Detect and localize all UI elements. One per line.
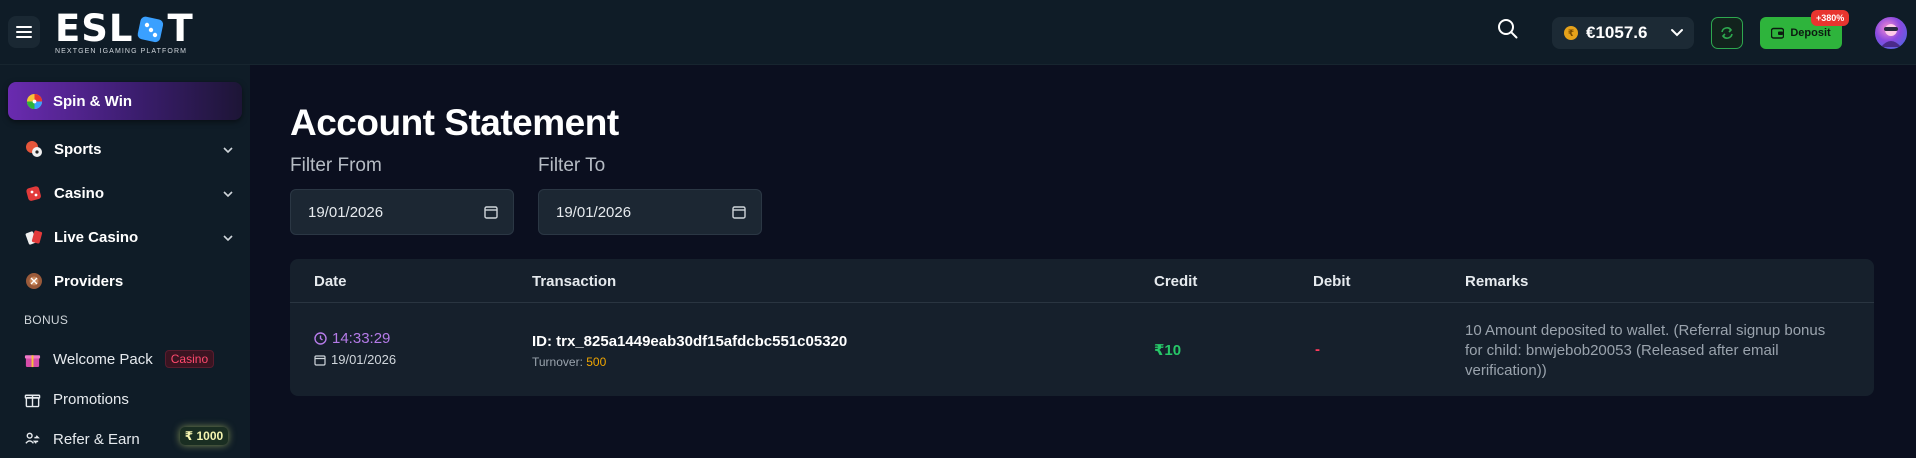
user-avatar[interactable] bbox=[1873, 15, 1909, 51]
turnover-label: Turnover: bbox=[532, 355, 583, 369]
refer-earn-label: Refer & Earn bbox=[53, 430, 140, 448]
cell-transaction: ID: trx_825a1449eab30df15afdcbc551c05320… bbox=[532, 333, 847, 369]
gift-outline-icon bbox=[24, 394, 41, 407]
avatar-icon bbox=[1881, 24, 1901, 47]
column-header-date: Date bbox=[314, 273, 347, 290]
deposit-label: Deposit bbox=[1790, 27, 1831, 39]
deposit-bonus-badge: +380% bbox=[1811, 10, 1850, 26]
sidebar-item-live-casino[interactable]: Live Casino bbox=[24, 222, 234, 252]
sidebar-item-sports[interactable]: Sports bbox=[24, 134, 234, 164]
sports-label: Sports bbox=[54, 140, 102, 158]
refresh-icon bbox=[1721, 27, 1733, 39]
casino-tag-badge: Casino bbox=[164, 350, 215, 368]
calendar-icon[interactable] bbox=[484, 205, 498, 219]
sidebar-item-spin-win[interactable]: Spin & Win bbox=[8, 82, 242, 120]
bonus-section-label: BONUS bbox=[24, 313, 69, 327]
welcome-pack-label: Welcome Pack bbox=[53, 350, 153, 368]
column-header-transaction: Transaction bbox=[532, 273, 617, 290]
transaction-id: ID: trx_825a1449eab30df15afdcbc551c05320 bbox=[532, 333, 848, 350]
filter-to-label: Filter To bbox=[538, 155, 606, 176]
filter-from-value: 19/01/2026 bbox=[308, 203, 384, 221]
dice-icon bbox=[26, 186, 41, 201]
sidebar-item-providers[interactable]: Providers bbox=[24, 266, 234, 296]
menu-toggle-button[interactable] bbox=[8, 16, 40, 48]
search-icon bbox=[1498, 19, 1518, 39]
spin-win-label: Spin & Win bbox=[53, 92, 133, 110]
filter-to-value: 19/01/2026 bbox=[556, 203, 632, 221]
row-date: 19/01/2026 bbox=[331, 352, 397, 367]
chevron-down-icon bbox=[223, 191, 233, 198]
filter-from-input[interactable]: 19/01/2026 bbox=[290, 189, 514, 235]
refer-reward-badge: ₹ 1000 bbox=[180, 427, 228, 445]
sidebar-item-refer-earn[interactable]: Refer & Earn bbox=[24, 426, 140, 452]
top-bar: ESL T NEXTGEN IGAMING PLATFORM ₹ €1057.6 bbox=[0, 0, 1916, 65]
live-casino-label: Live Casino bbox=[54, 228, 139, 246]
sidebar-item-promotions[interactable]: Promotions bbox=[24, 386, 129, 412]
cell-credit: ₹10 bbox=[1154, 342, 1182, 359]
turnover-value: 500 bbox=[586, 355, 607, 369]
page-title: Account Statement bbox=[290, 102, 619, 143]
refer-icon bbox=[25, 432, 40, 444]
chevron-down-icon bbox=[223, 147, 233, 154]
balance-dropdown[interactable]: ₹ €1057.6 bbox=[1552, 17, 1694, 49]
turnover-info: Turnover: 500 bbox=[532, 355, 847, 369]
gift-icon bbox=[24, 354, 41, 367]
chevron-down-icon bbox=[223, 235, 233, 242]
column-header-credit: Credit bbox=[1154, 273, 1198, 290]
sports-icon bbox=[26, 141, 42, 157]
hamburger-icon bbox=[16, 26, 32, 38]
chevron-down-icon bbox=[1671, 29, 1683, 37]
logo-subtitle: NEXTGEN IGAMING PLATFORM bbox=[55, 48, 188, 55]
chip-icon bbox=[26, 273, 42, 289]
cell-remarks: 10 Amount deposited to wallet. (Referral… bbox=[1465, 322, 1826, 379]
cell-debit: - bbox=[1315, 341, 1320, 358]
providers-label: Providers bbox=[54, 272, 124, 290]
wallet-icon bbox=[1771, 27, 1785, 39]
filter-to-input[interactable]: 19/01/2026 bbox=[538, 189, 762, 235]
dice-icon bbox=[137, 16, 163, 43]
calendar-icon bbox=[314, 354, 326, 366]
filter-from-label: Filter From bbox=[290, 155, 382, 176]
sidebar-item-welcome-pack[interactable]: Welcome Pack Casino bbox=[24, 346, 215, 372]
refresh-balance-button[interactable] bbox=[1711, 17, 1743, 49]
statement-table: Date Transaction Credit Debit Remarks 14… bbox=[290, 259, 1874, 396]
table-header: Date Transaction Credit Debit Remarks bbox=[290, 259, 1874, 303]
coin-icon: ₹ bbox=[1564, 26, 1578, 40]
calendar-icon[interactable] bbox=[732, 205, 746, 219]
column-header-remarks: Remarks bbox=[1465, 273, 1529, 290]
search-button[interactable] bbox=[1497, 18, 1523, 44]
brand-logo[interactable]: ESL T NEXTGEN IGAMING PLATFORM bbox=[55, 10, 195, 56]
cell-date: 14:33:29 19/01/2026 bbox=[314, 330, 396, 367]
column-header-debit: Debit bbox=[1313, 273, 1351, 290]
cards-icon bbox=[25, 230, 43, 245]
casino-label: Casino bbox=[54, 184, 105, 202]
clock-icon bbox=[314, 332, 327, 345]
wheel-icon bbox=[26, 93, 43, 109]
row-time: 14:33:29 bbox=[332, 330, 391, 347]
balance-amount: €1057.6 bbox=[1586, 23, 1648, 42]
sidebar-item-casino[interactable]: Casino bbox=[24, 178, 234, 208]
promotions-label: Promotions bbox=[53, 390, 129, 408]
